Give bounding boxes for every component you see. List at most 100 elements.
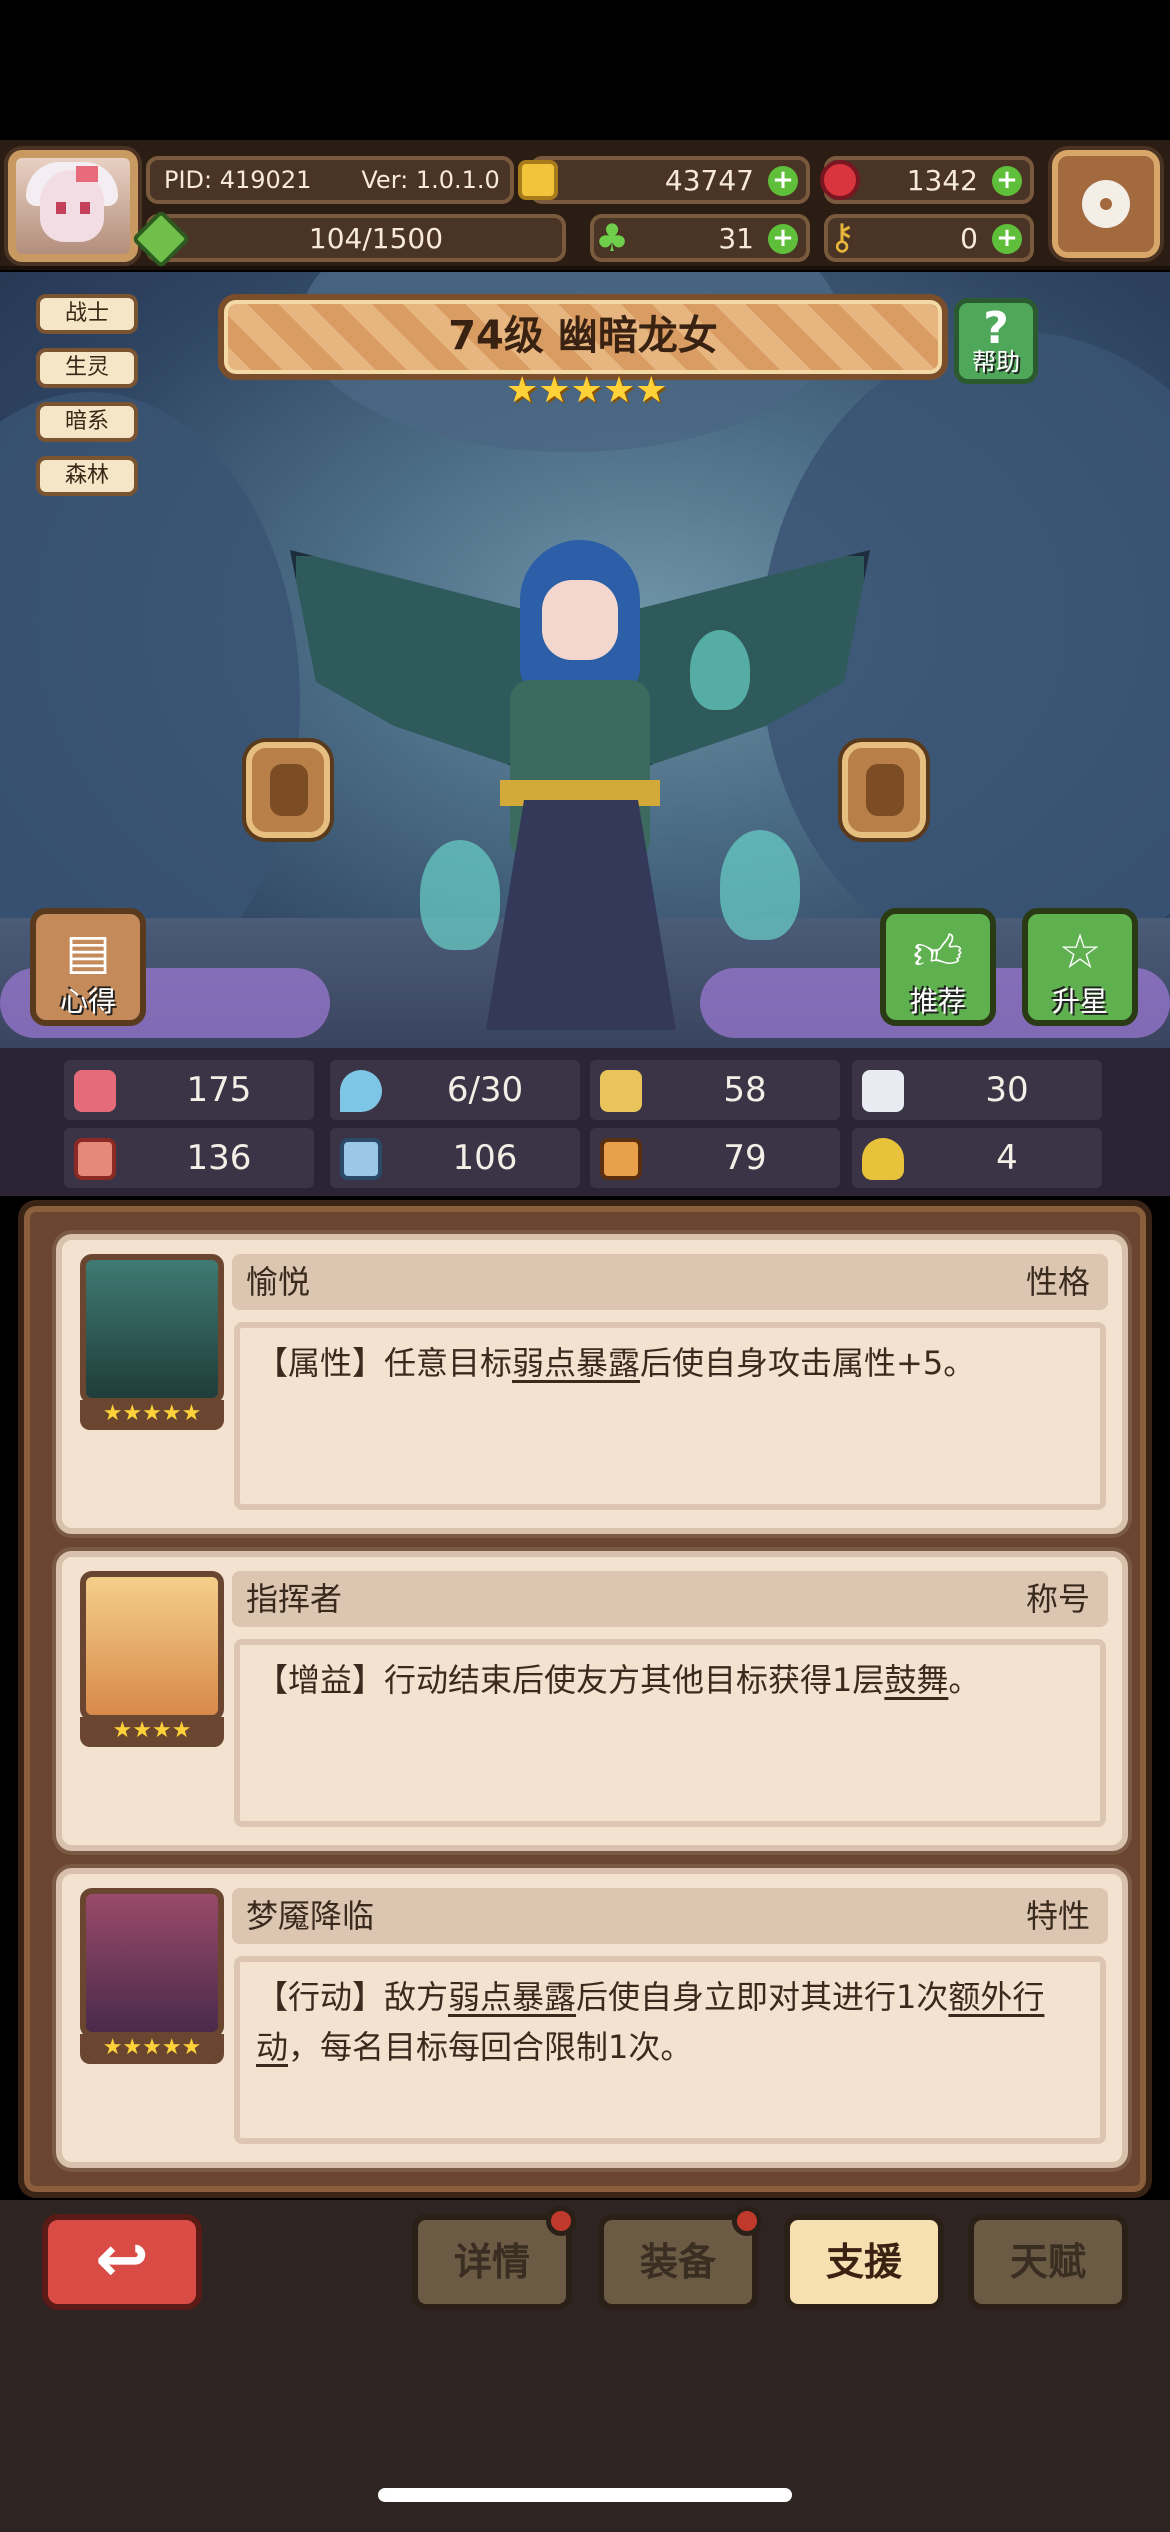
game-version: Ver: 1.0.1.0: [361, 166, 500, 194]
prev-hero-button[interactable]: [246, 742, 330, 838]
stat-value: 175: [186, 1070, 252, 1110]
trait-tag-dark[interactable]: 暗系: [36, 402, 138, 442]
back-button[interactable]: ↩: [42, 2214, 202, 2310]
stat-value: 6/30: [446, 1070, 524, 1110]
desc-text: 。: [948, 1661, 981, 1699]
support-card[interactable]: ★★★★★ 梦魇降临 特性 【行动】敌方弱点暴露后使自身立即对其进行1次额外行动…: [56, 1868, 1128, 2168]
card-description: 【行动】敌方弱点暴露后使自身立即对其进行1次额外行动，每名目标每回合限制1次。: [234, 1956, 1106, 2144]
desc-text: 后使自身立即对其进行1次: [576, 1978, 949, 2016]
support-portrait: [80, 1571, 224, 1721]
luck-horseshoe-icon: [862, 1138, 904, 1180]
xp-bar: 104/1500: [146, 214, 566, 262]
stat-defense: 58: [590, 1060, 840, 1120]
tab-label: 装备: [639, 2240, 716, 2284]
stat-value: 79: [723, 1138, 767, 1178]
player-avatar[interactable]: [8, 150, 138, 262]
add-key-button[interactable]: +: [992, 224, 1022, 254]
avatar-eye-right: [80, 202, 90, 214]
key-value: 0: [960, 221, 978, 255]
portrait-stars: ★★★★: [80, 1717, 224, 1747]
attack-fist-icon: [74, 1138, 116, 1180]
notification-dot: [732, 2206, 762, 2236]
stat-hp: 175: [64, 1060, 314, 1120]
stat-resist: 79: [590, 1128, 840, 1188]
support-card[interactable]: ★★★★★ 愉悦 性格 【属性】任意目标弱点暴露后使自身攻击属性+5。: [56, 1234, 1128, 1534]
player-info-pill: PID: 419021 Ver: 1.0.1.0: [146, 156, 514, 204]
add-clover-button[interactable]: +: [768, 224, 798, 254]
gear-icon: [1082, 180, 1130, 228]
tab-talent[interactable]: 天赋: [968, 2214, 1128, 2310]
key-icon: ⚷: [828, 217, 856, 258]
status-bar-area: [0, 0, 1170, 140]
card-header: 指挥者 称号: [232, 1571, 1108, 1627]
tab-label: 详情: [453, 2240, 530, 2284]
insight-label: 心得: [59, 985, 116, 1018]
insight-button[interactable]: ▤ 心得: [30, 908, 146, 1026]
stat-speed: 30: [852, 1060, 1102, 1120]
defense-shield-icon: [600, 1070, 642, 1112]
star-icon: ☆: [1058, 924, 1102, 980]
hero-title: 74级 幽暗龙女: [218, 294, 948, 380]
clover-value: 31: [718, 221, 754, 255]
trait-tag-creature[interactable]: 生灵: [36, 348, 138, 388]
add-gold-button[interactable]: +: [768, 166, 798, 196]
stat-value: 58: [723, 1070, 767, 1110]
hero-star-rating: ★★★★★: [506, 370, 668, 411]
stat-value: 30: [985, 1070, 1029, 1110]
support-panel: ★★★★★ 愉悦 性格 【属性】任意目标弱点暴露后使自身攻击属性+5。 ★★★★…: [18, 1200, 1152, 2198]
hero-character-sprite[interactable]: [290, 510, 870, 1030]
gold-coin-icon: [518, 160, 558, 200]
trait-tag-forest[interactable]: 森林: [36, 456, 138, 496]
spirit-flame-top: [690, 630, 750, 710]
next-hero-button[interactable]: [842, 742, 926, 838]
scroll-icon: ▤: [65, 924, 111, 980]
tab-support[interactable]: 支援: [784, 2214, 944, 2310]
tab-label: 支援: [825, 2240, 902, 2284]
keyword-link[interactable]: 鼓舞: [884, 1661, 948, 1699]
add-gem-button[interactable]: +: [992, 166, 1022, 196]
card-type: 性格: [1025, 1263, 1090, 1301]
notification-dot: [546, 2206, 576, 2236]
magic-book-icon: [340, 1138, 382, 1180]
stat-magic: 106: [330, 1128, 580, 1188]
tab-equipment[interactable]: 装备: [598, 2206, 762, 2310]
keyword-link[interactable]: 弱点暴露: [512, 1344, 640, 1382]
tab-details[interactable]: 详情: [412, 2206, 576, 2310]
card-header: 梦魇降临 特性: [232, 1888, 1108, 1944]
stat-luck: 4: [852, 1128, 1102, 1188]
thumbs-up-icon: 👍︎: [912, 925, 964, 981]
card-type: 特性: [1025, 1897, 1090, 1935]
hero-face: [542, 580, 618, 660]
resist-icon: [600, 1138, 642, 1180]
help-label: 帮助: [972, 348, 1020, 376]
desc-text: 【增益】行动结束后使友方其他目标获得1层: [256, 1661, 885, 1699]
trait-tag-warrior[interactable]: 战士: [36, 294, 138, 334]
card-type: 称号: [1025, 1580, 1090, 1618]
desc-text: ，每名目标每回合限制1次。: [288, 2028, 693, 2066]
star-up-button[interactable]: ☆ 升星: [1022, 908, 1138, 1026]
desc-text: 【属性】任意目标: [256, 1344, 513, 1382]
return-arrow-icon: ↩: [95, 2223, 149, 2297]
red-gem-icon: [820, 160, 860, 200]
keyword-link[interactable]: 弱点暴露: [448, 1978, 576, 2016]
help-button[interactable]: ? 帮助: [954, 298, 1038, 384]
desc-text: 【行动】敌方: [256, 1978, 449, 2016]
clover-icon: ♣: [594, 216, 630, 260]
settings-button[interactable]: [1052, 150, 1160, 258]
spirit-flame-right: [720, 830, 800, 940]
player-id: PID: 419021: [164, 166, 312, 194]
spirit-flame-left: [420, 840, 500, 950]
card-name: 梦魇降临: [246, 1897, 375, 1935]
hero-stats: 175 6/30 58 30 136 106 79 4: [0, 1048, 1170, 1196]
card-name: 愉悦: [246, 1263, 311, 1301]
support-portrait: [80, 1254, 224, 1404]
avatar-eye-left: [56, 202, 66, 214]
recommend-button[interactable]: 👍︎ 推荐: [880, 908, 996, 1026]
star-up-label: 升星: [1051, 985, 1108, 1018]
speed-wing-icon: [862, 1070, 904, 1112]
home-indicator: [378, 2488, 792, 2502]
support-card[interactable]: ★★★★ 指挥者 称号 【增益】行动结束后使友方其他目标获得1层鼓舞。: [56, 1551, 1128, 1851]
desc-text: 后使自身攻击属性+5。: [640, 1344, 976, 1382]
recommend-label: 推荐: [909, 985, 966, 1018]
card-header: 愉悦 性格: [232, 1254, 1108, 1310]
